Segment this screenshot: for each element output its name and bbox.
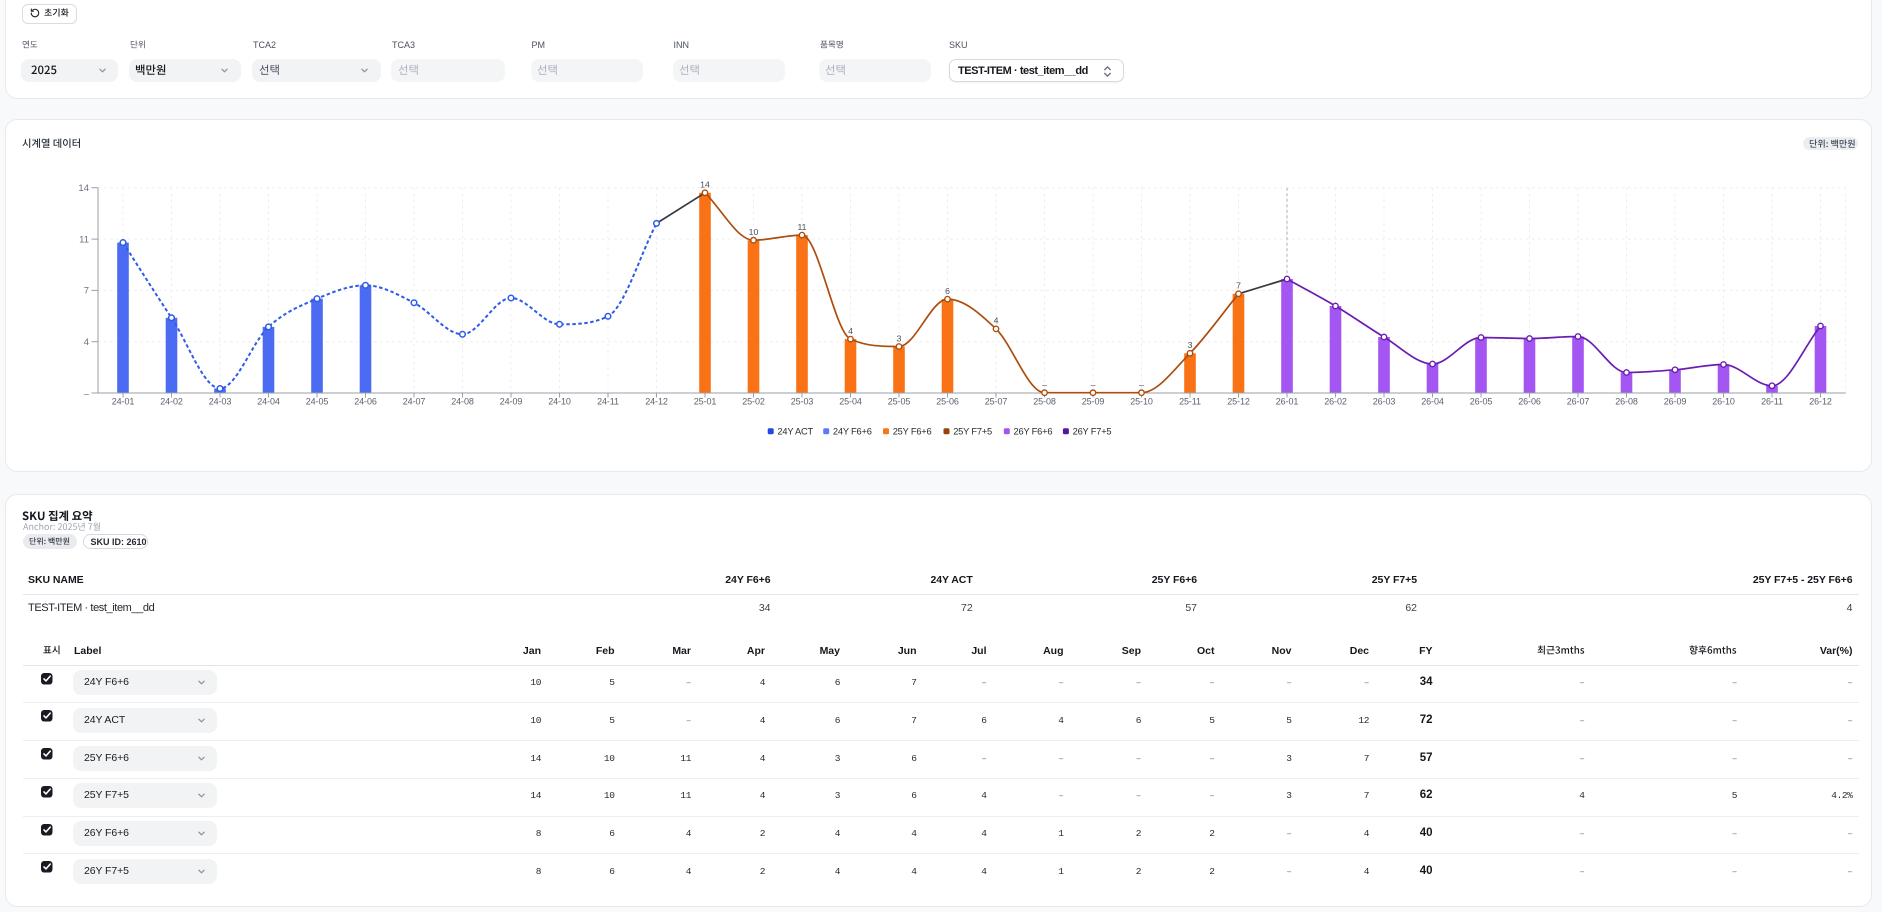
- svg-text:24-07: 24-07: [403, 397, 426, 407]
- svg-text:14: 14: [78, 183, 89, 194]
- svg-text:25-01: 25-01: [694, 397, 717, 407]
- svg-text:25-06: 25-06: [936, 397, 959, 407]
- svg-text:6: 6: [945, 286, 950, 296]
- svg-text:7: 7: [84, 286, 89, 297]
- svg-text:25-07: 25-07: [985, 397, 1008, 407]
- svg-text:26-04: 26-04: [1421, 397, 1444, 407]
- svg-text:24-09: 24-09: [500, 397, 523, 407]
- svg-text:7: 7: [1236, 281, 1241, 291]
- svg-text:3: 3: [1188, 340, 1193, 350]
- svg-text:25-04: 25-04: [839, 397, 862, 407]
- svg-text:25-11: 25-11: [1179, 397, 1201, 407]
- svg-text:4: 4: [84, 337, 89, 348]
- svg-text:24-12: 24-12: [645, 397, 668, 407]
- svg-text:26-01: 26-01: [1276, 397, 1299, 407]
- svg-text:26-05: 26-05: [1470, 397, 1493, 407]
- svg-text:26-10: 26-10: [1712, 397, 1735, 407]
- svg-text:–: –: [1042, 380, 1047, 390]
- svg-text:14: 14: [700, 180, 710, 190]
- svg-text:24-05: 24-05: [306, 397, 329, 407]
- svg-text:24Y F6+6: 24Y F6+6: [833, 426, 872, 436]
- svg-text:–: –: [1139, 380, 1144, 390]
- svg-text:25-12: 25-12: [1227, 397, 1250, 407]
- svg-text:25Y F7+5: 25Y F7+5: [953, 426, 992, 436]
- svg-text:26-02: 26-02: [1324, 397, 1347, 407]
- svg-text:24-03: 24-03: [209, 397, 232, 407]
- svg-text:24-11: 24-11: [597, 397, 619, 407]
- svg-text:26Y F7+5: 26Y F7+5: [1073, 426, 1112, 436]
- svg-text:25-10: 25-10: [1130, 397, 1153, 407]
- svg-text:26-11: 26-11: [1761, 397, 1783, 407]
- svg-text:4: 4: [994, 316, 999, 326]
- svg-text:26-03: 26-03: [1373, 397, 1396, 407]
- svg-text:11: 11: [79, 234, 89, 245]
- svg-text:25-08: 25-08: [1033, 397, 1056, 407]
- svg-text:25-03: 25-03: [791, 397, 814, 407]
- svg-text:26-09: 26-09: [1664, 397, 1687, 407]
- svg-text:11: 11: [797, 222, 806, 232]
- svg-text:26-07: 26-07: [1567, 397, 1590, 407]
- svg-text:25Y F6+6: 25Y F6+6: [893, 426, 932, 436]
- svg-text:26-06: 26-06: [1518, 397, 1541, 407]
- svg-text:26Y F6+6: 26Y F6+6: [1014, 426, 1053, 436]
- svg-text:24Y ACT: 24Y ACT: [777, 426, 813, 436]
- svg-text:–: –: [1091, 380, 1096, 390]
- svg-text:25-02: 25-02: [742, 397, 765, 407]
- svg-text:3: 3: [897, 333, 902, 343]
- svg-text:24-02: 24-02: [160, 397, 183, 407]
- svg-text:–: –: [84, 388, 90, 399]
- svg-text:10: 10: [749, 227, 759, 237]
- svg-text:26-12: 26-12: [1809, 397, 1832, 407]
- svg-text:24-10: 24-10: [548, 397, 571, 407]
- svg-text:24-06: 24-06: [354, 397, 377, 407]
- svg-text:26-08: 26-08: [1615, 397, 1638, 407]
- svg-text:4: 4: [848, 326, 853, 336]
- svg-text:25-09: 25-09: [1082, 397, 1105, 407]
- svg-text:24-04: 24-04: [257, 397, 280, 407]
- svg-text:24-08: 24-08: [451, 397, 474, 407]
- svg-text:24-01: 24-01: [112, 397, 135, 407]
- svg-text:25-05: 25-05: [888, 397, 911, 407]
